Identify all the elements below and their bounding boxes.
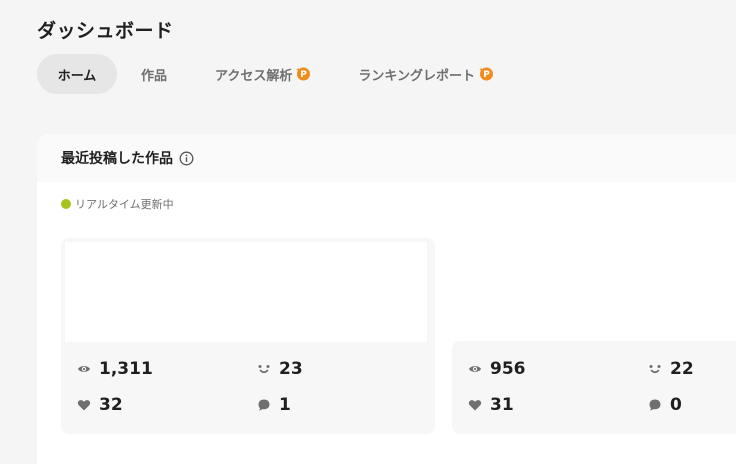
work-card[interactable]: 956 22 31 0 — [452, 341, 736, 434]
svg-text:P: P — [301, 70, 308, 80]
comments-stat: 1 — [257, 395, 291, 415]
smile-icon — [258, 365, 270, 374]
smiles-count: 23 — [279, 359, 303, 379]
heart-icon — [468, 400, 482, 411]
realtime-status: リアルタイム更新中 — [61, 196, 174, 212]
comment-icon — [258, 399, 270, 411]
smiles-count: 22 — [670, 359, 694, 379]
eye-icon — [469, 366, 481, 372]
tab-ranking-report-label: ランキングレポート — [358, 68, 475, 84]
comment-icon — [649, 399, 661, 411]
info-icon[interactable] — [179, 151, 194, 166]
premium-badge-icon: P — [479, 67, 493, 80]
tab-access-analytics-label: アクセス解析 — [215, 68, 293, 84]
eye-icon — [78, 366, 90, 372]
tab-home-label: ホーム — [57, 68, 97, 84]
smiles-stat: 23 — [257, 359, 303, 379]
comments-count: 1 — [279, 395, 291, 415]
smile-icon — [649, 365, 661, 374]
tab-ranking-report[interactable]: ランキングレポート P — [358, 54, 494, 94]
work-thumbnail[interactable] — [65, 242, 427, 342]
svg-text:P: P — [483, 70, 490, 80]
likes-stat: 32 — [77, 395, 123, 415]
panel-title: 最近投稿した作品 — [61, 151, 173, 167]
comments-stat: 0 — [648, 395, 682, 415]
realtime-status-text: リアルタイム更新中 — [75, 198, 174, 211]
views-stat: 1,311 — [77, 359, 153, 379]
tab-home[interactable]: ホーム — [37, 54, 117, 94]
panel-header: 最近投稿した作品 — [37, 134, 736, 182]
likes-count: 31 — [490, 395, 514, 415]
likes-count: 32 — [99, 395, 123, 415]
tab-works-label: 作品 — [141, 68, 168, 84]
heart-icon — [77, 400, 91, 411]
work-card[interactable]: 1,311 23 32 1 — [61, 238, 435, 434]
tab-works[interactable]: 作品 — [141, 54, 167, 94]
likes-stat: 31 — [468, 395, 514, 415]
tab-access-analytics[interactable]: アクセス解析 P — [215, 54, 311, 94]
tab-bar: ホーム 作品 アクセス解析 P ランキングレポート P — [37, 54, 494, 94]
page-title: ダッシュボード — [37, 20, 174, 42]
views-count: 1,311 — [99, 359, 153, 379]
views-count: 956 — [490, 359, 526, 379]
smiles-stat: 22 — [648, 359, 694, 379]
premium-badge-icon: P — [296, 67, 311, 80]
recent-works-panel: 最近投稿した作品 リアルタイム更新中 1,311 23 32 1 956 22 … — [37, 134, 736, 464]
comments-count: 0 — [670, 395, 682, 415]
views-stat: 956 — [468, 359, 526, 379]
realtime-indicator-dot — [61, 199, 71, 209]
